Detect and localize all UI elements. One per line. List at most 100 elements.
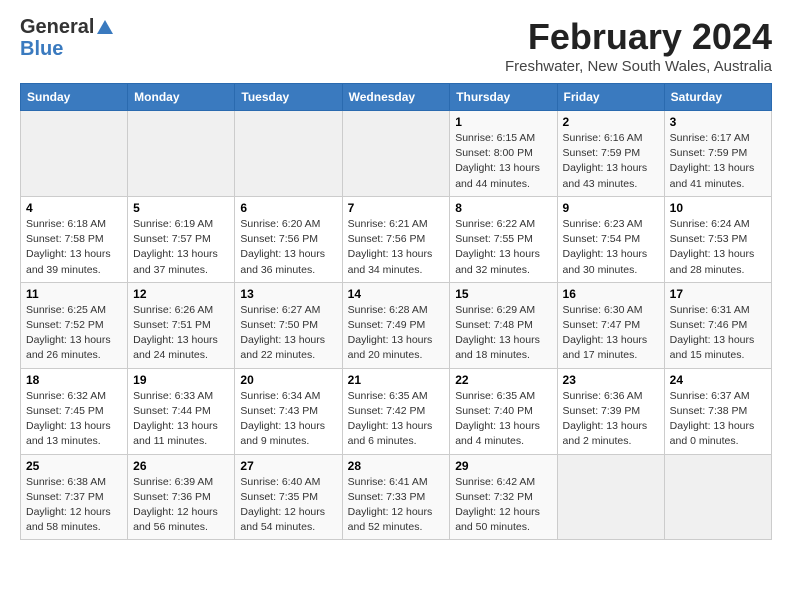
day-number: 5 (133, 201, 229, 215)
calendar-cell: 17 Sunrise: 6:31 AM Sunset: 7:46 PM Dayli… (664, 282, 771, 368)
day-number: 20 (240, 373, 336, 387)
calendar-cell (21, 111, 128, 197)
logo-icon (96, 18, 114, 36)
day-number: 10 (670, 201, 766, 215)
day-number: 8 (455, 201, 551, 215)
day-info: Sunrise: 6:42 AM Sunset: 7:32 PM Dayligh… (455, 475, 551, 536)
day-number: 3 (670, 115, 766, 129)
day-number: 7 (348, 201, 445, 215)
day-info: Sunrise: 6:38 AM Sunset: 7:37 PM Dayligh… (26, 475, 122, 536)
day-info: Sunrise: 6:30 AM Sunset: 7:47 PM Dayligh… (563, 303, 659, 364)
day-number: 28 (348, 459, 445, 473)
day-info: Sunrise: 6:23 AM Sunset: 7:54 PM Dayligh… (563, 217, 659, 278)
calendar-cell: 9 Sunrise: 6:23 AM Sunset: 7:54 PM Daylig… (557, 196, 664, 282)
calendar-cell: 5Sunrise: 6:19 AM Sunset: 7:57 PM Daylig… (128, 196, 235, 282)
day-number: 1 (455, 115, 551, 129)
day-number: 17 (670, 287, 766, 301)
calendar-header-tuesday: Tuesday (235, 84, 342, 111)
day-number: 9 (563, 201, 659, 215)
calendar-cell: 29 Sunrise: 6:42 AM Sunset: 7:32 PM Dayli… (450, 454, 557, 540)
calendar-cell: 8Sunrise: 6:22 AM Sunset: 7:55 PM Daylig… (450, 196, 557, 282)
day-number: 11 (26, 287, 122, 301)
day-info: Sunrise: 6:32 AM Sunset: 7:45 PM Dayligh… (26, 389, 122, 450)
calendar-cell: 19 Sunrise: 6:33 AM Sunset: 7:44 PM Dayli… (128, 368, 235, 454)
day-info: Sunrise: 6:31 AM Sunset: 7:46 PM Dayligh… (670, 303, 766, 364)
calendar-cell: 26 Sunrise: 6:39 AM Sunset: 7:36 PM Dayli… (128, 454, 235, 540)
day-info: Sunrise: 6:24 AM Sunset: 7:53 PM Dayligh… (670, 217, 766, 278)
day-info: Sunrise: 6:25 AM Sunset: 7:52 PM Dayligh… (26, 303, 122, 364)
calendar-cell: 7 Sunrise: 6:21 AM Sunset: 7:56 PM Daylig… (342, 196, 450, 282)
day-info: Sunrise: 6:28 AM Sunset: 7:49 PM Dayligh… (348, 303, 445, 364)
day-number: 25 (26, 459, 122, 473)
calendar-cell: 4 Sunrise: 6:18 AM Sunset: 7:58 PM Daylig… (21, 196, 128, 282)
day-number: 22 (455, 373, 551, 387)
calendar-week-row: 1 Sunrise: 6:15 AM Sunset: 8:00 PM Daylig… (21, 111, 772, 197)
calendar-cell: 20 Sunrise: 6:34 AM Sunset: 7:43 PM Dayli… (235, 368, 342, 454)
day-number: 12 (133, 287, 229, 301)
day-info: Sunrise: 6:33 AM Sunset: 7:44 PM Dayligh… (133, 389, 229, 450)
day-number: 29 (455, 459, 551, 473)
calendar-cell: 13Sunrise: 6:27 AM Sunset: 7:50 PM Dayli… (235, 282, 342, 368)
calendar-header-wednesday: Wednesday (342, 84, 450, 111)
calendar-cell (235, 111, 342, 197)
day-info: Sunrise: 6:34 AM Sunset: 7:43 PM Dayligh… (240, 389, 336, 450)
calendar-cell: 21 Sunrise: 6:35 AM Sunset: 7:42 PM Dayli… (342, 368, 450, 454)
calendar-cell (557, 454, 664, 540)
calendar-cell: 6Sunrise: 6:20 AM Sunset: 7:56 PM Daylig… (235, 196, 342, 282)
day-info: Sunrise: 6:36 AM Sunset: 7:39 PM Dayligh… (563, 389, 659, 450)
calendar-cell: 14 Sunrise: 6:28 AM Sunset: 7:49 PM Dayli… (342, 282, 450, 368)
calendar-header-monday: Monday (128, 84, 235, 111)
calendar-subtitle: Freshwater, New South Wales, Australia (505, 58, 772, 75)
calendar-cell: 18 Sunrise: 6:32 AM Sunset: 7:45 PM Dayli… (21, 368, 128, 454)
calendar-header-row: SundayMondayTuesdayWednesdayThursdayFrid… (21, 84, 772, 111)
calendar-cell (342, 111, 450, 197)
day-number: 4 (26, 201, 122, 215)
day-number: 16 (563, 287, 659, 301)
calendar-cell: 11 Sunrise: 6:25 AM Sunset: 7:52 PM Dayli… (21, 282, 128, 368)
day-number: 27 (240, 459, 336, 473)
day-number: 19 (133, 373, 229, 387)
calendar-week-row: 11 Sunrise: 6:25 AM Sunset: 7:52 PM Dayli… (21, 282, 772, 368)
calendar-cell: 23 Sunrise: 6:36 AM Sunset: 7:39 PM Dayli… (557, 368, 664, 454)
day-info: Sunrise: 6:37 AM Sunset: 7:38 PM Dayligh… (670, 389, 766, 450)
logo-general: General (20, 16, 94, 38)
calendar-cell: 10 Sunrise: 6:24 AM Sunset: 7:53 PM Dayli… (664, 196, 771, 282)
day-number: 21 (348, 373, 445, 387)
calendar-cell: 2Sunrise: 6:16 AM Sunset: 7:59 PM Daylig… (557, 111, 664, 197)
calendar-cell: 1 Sunrise: 6:15 AM Sunset: 8:00 PM Daylig… (450, 111, 557, 197)
day-info: Sunrise: 6:39 AM Sunset: 7:36 PM Dayligh… (133, 475, 229, 536)
day-info: Sunrise: 6:16 AM Sunset: 7:59 PM Dayligh… (563, 131, 659, 192)
calendar-table: SundayMondayTuesdayWednesdayThursdayFrid… (20, 83, 772, 540)
day-info: Sunrise: 6:27 AM Sunset: 7:50 PM Dayligh… (240, 303, 336, 364)
day-info: Sunrise: 6:29 AM Sunset: 7:48 PM Dayligh… (455, 303, 551, 364)
day-number: 6 (240, 201, 336, 215)
calendar-week-row: 4 Sunrise: 6:18 AM Sunset: 7:58 PM Daylig… (21, 196, 772, 282)
calendar-cell: 16 Sunrise: 6:30 AM Sunset: 7:47 PM Dayli… (557, 282, 664, 368)
day-info: Sunrise: 6:17 AM Sunset: 7:59 PM Dayligh… (670, 131, 766, 192)
calendar-cell: 28 Sunrise: 6:41 AM Sunset: 7:33 PM Dayli… (342, 454, 450, 540)
logo: General Blue (20, 16, 114, 60)
day-info: Sunrise: 6:18 AM Sunset: 7:58 PM Dayligh… (26, 217, 122, 278)
calendar-week-row: 25 Sunrise: 6:38 AM Sunset: 7:37 PM Dayli… (21, 454, 772, 540)
calendar-header-sunday: Sunday (21, 84, 128, 111)
calendar-cell: 24 Sunrise: 6:37 AM Sunset: 7:38 PM Dayli… (664, 368, 771, 454)
day-number: 26 (133, 459, 229, 473)
header: General Blue February 2024 Freshwater, N… (20, 16, 772, 75)
day-info: Sunrise: 6:35 AM Sunset: 7:42 PM Dayligh… (348, 389, 445, 450)
day-number: 18 (26, 373, 122, 387)
day-number: 23 (563, 373, 659, 387)
day-info: Sunrise: 6:26 AM Sunset: 7:51 PM Dayligh… (133, 303, 229, 364)
calendar-cell: 15Sunrise: 6:29 AM Sunset: 7:48 PM Dayli… (450, 282, 557, 368)
calendar-cell: 3 Sunrise: 6:17 AM Sunset: 7:59 PM Daylig… (664, 111, 771, 197)
day-info: Sunrise: 6:15 AM Sunset: 8:00 PM Dayligh… (455, 131, 551, 192)
day-info: Sunrise: 6:21 AM Sunset: 7:56 PM Dayligh… (348, 217, 445, 278)
day-info: Sunrise: 6:35 AM Sunset: 7:40 PM Dayligh… (455, 389, 551, 450)
calendar-cell (664, 454, 771, 540)
calendar-week-row: 18 Sunrise: 6:32 AM Sunset: 7:45 PM Dayli… (21, 368, 772, 454)
calendar-title: February 2024 (505, 16, 772, 58)
calendar-cell: 25 Sunrise: 6:38 AM Sunset: 7:37 PM Dayli… (21, 454, 128, 540)
logo-blue: Blue (20, 38, 114, 60)
day-info: Sunrise: 6:41 AM Sunset: 7:33 PM Dayligh… (348, 475, 445, 536)
day-number: 24 (670, 373, 766, 387)
day-number: 14 (348, 287, 445, 301)
